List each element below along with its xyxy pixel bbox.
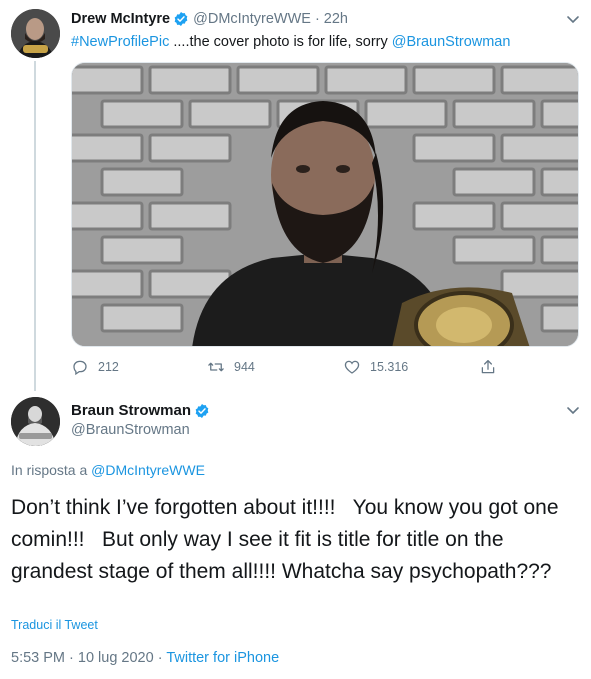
retweet-icon <box>208 362 224 372</box>
source-link[interactable]: Twitter for iPhone <box>166 650 279 666</box>
author-name[interactable]: Drew McIntyre <box>71 10 170 28</box>
separator: · <box>314 11 320 27</box>
share-action[interactable] <box>479 358 506 376</box>
retweet-action[interactable]: 944 <box>207 358 255 376</box>
translate-link[interactable]: Traduci il Tweet <box>11 618 98 632</box>
reply-to-link[interactable]: @DMcIntyreWWE <box>91 462 205 478</box>
verified-badge-icon <box>174 12 188 26</box>
timestamp[interactable]: 5:53 PM · 10 lug 2020 <box>11 650 154 666</box>
reply-context: In risposta a @DMcIntyreWWE <box>11 462 205 478</box>
avatar[interactable] <box>11 9 60 58</box>
share-icon <box>481 359 495 374</box>
tweet-meta: 5:53 PM · 10 lug 2020 · Twitter for iPho… <box>11 650 279 666</box>
tweet-text-body: ....the cover photo is for life, sorry <box>169 34 392 50</box>
reply-icon <box>73 360 87 376</box>
photo-man-with-title-belt <box>72 63 578 346</box>
chevron-down-icon[interactable] <box>565 11 581 27</box>
like-count: 15.316 <box>370 360 409 374</box>
author-name-row: Braun Strowman <box>71 402 214 419</box>
author-handle[interactable]: @BraunStrowman <box>71 422 214 438</box>
tweet-header: Braun Strowman @BraunStrowman <box>71 402 214 438</box>
author-name[interactable]: Braun Strowman <box>71 402 191 419</box>
reply-prefix: In risposta a <box>11 462 92 478</box>
tweet-header: Drew McIntyre @DMcIntyreWWE · 22h <box>71 10 348 28</box>
chevron-down-icon[interactable] <box>565 402 581 418</box>
tweet-text: #NewProfilePic ....the cover photo is fo… <box>71 33 510 52</box>
like-action[interactable]: 15.316 <box>343 358 408 376</box>
verified-badge-icon <box>195 403 209 418</box>
avatar[interactable] <box>11 397 60 446</box>
author-handle[interactable]: @DMcIntyreWWE <box>193 10 311 28</box>
reply-action[interactable]: 212 <box>71 358 119 376</box>
tweet-actions: 212 944 15.316 <box>71 358 511 378</box>
tweet-text: Don’t think I’ve forgotten about it!!!! … <box>11 496 565 583</box>
tweet-photo[interactable] <box>71 62 579 347</box>
reply-count: 212 <box>98 360 119 374</box>
thread-line <box>34 61 36 391</box>
tweet-drew-mcintyre[interactable]: Drew McIntyre @DMcIntyreWWE · 22h #NewPr… <box>0 0 591 391</box>
heart-icon <box>344 360 360 374</box>
tweet-time[interactable]: 22h <box>324 10 348 28</box>
mention-link[interactable]: @BraunStrowman <box>392 34 511 50</box>
meta-separator: · <box>153 650 167 666</box>
retweet-count: 944 <box>234 360 255 374</box>
hashtag-link[interactable]: #NewProfilePic <box>71 34 169 50</box>
